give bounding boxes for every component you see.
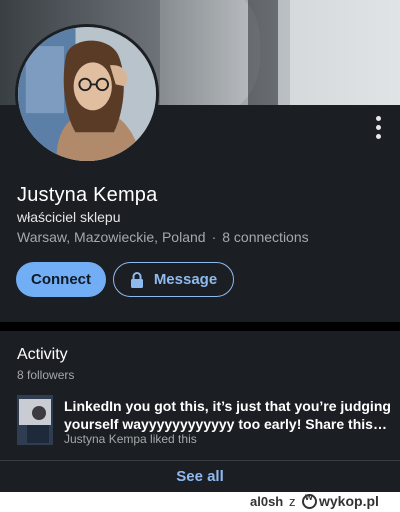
lock-icon	[130, 271, 144, 288]
watermark-footer: al0sh z wykop.pl	[0, 492, 400, 512]
see-all-button[interactable]: See all	[0, 468, 400, 485]
footer-connector: z	[289, 494, 296, 509]
profile-location: Warsaw, Mazowieckie, Poland	[17, 229, 206, 245]
more-options-icon[interactable]	[372, 116, 386, 140]
message-button[interactable]: Message	[113, 262, 234, 297]
message-button-label: Message	[153, 271, 218, 288]
profile-headline: właściciel sklepu	[17, 209, 121, 225]
post-meta: Justyna Kempa liked this	[64, 432, 197, 446]
connect-button[interactable]: Connect	[16, 262, 106, 297]
wykop-logo-icon	[302, 492, 317, 509]
avatar[interactable]	[15, 24, 159, 164]
followers-count: 8 followers	[17, 368, 75, 382]
location-separator: ·	[211, 229, 217, 245]
activity-title: Activity	[17, 346, 68, 363]
profile-name: Justyna Kempa	[17, 184, 158, 206]
footer-site: wykop.pl	[319, 493, 379, 509]
connect-button-label: Connect	[31, 271, 91, 288]
profile-location-line: Warsaw, Mazowieckie, Poland · 8 connection…	[17, 229, 309, 245]
footer-user: al0sh	[250, 494, 284, 509]
activity-divider	[0, 460, 400, 461]
avatar-photo	[18, 27, 156, 161]
profile-screen: Justyna Kempa właściciel sklepu Warsaw, …	[0, 0, 400, 492]
section-divider	[0, 322, 400, 331]
post-thumbnail[interactable]	[17, 395, 53, 445]
connections-count[interactable]: 8 connections	[222, 229, 308, 245]
post-text[interactable]: LinkedIn you got this, it’s just that yo…	[64, 397, 394, 433]
